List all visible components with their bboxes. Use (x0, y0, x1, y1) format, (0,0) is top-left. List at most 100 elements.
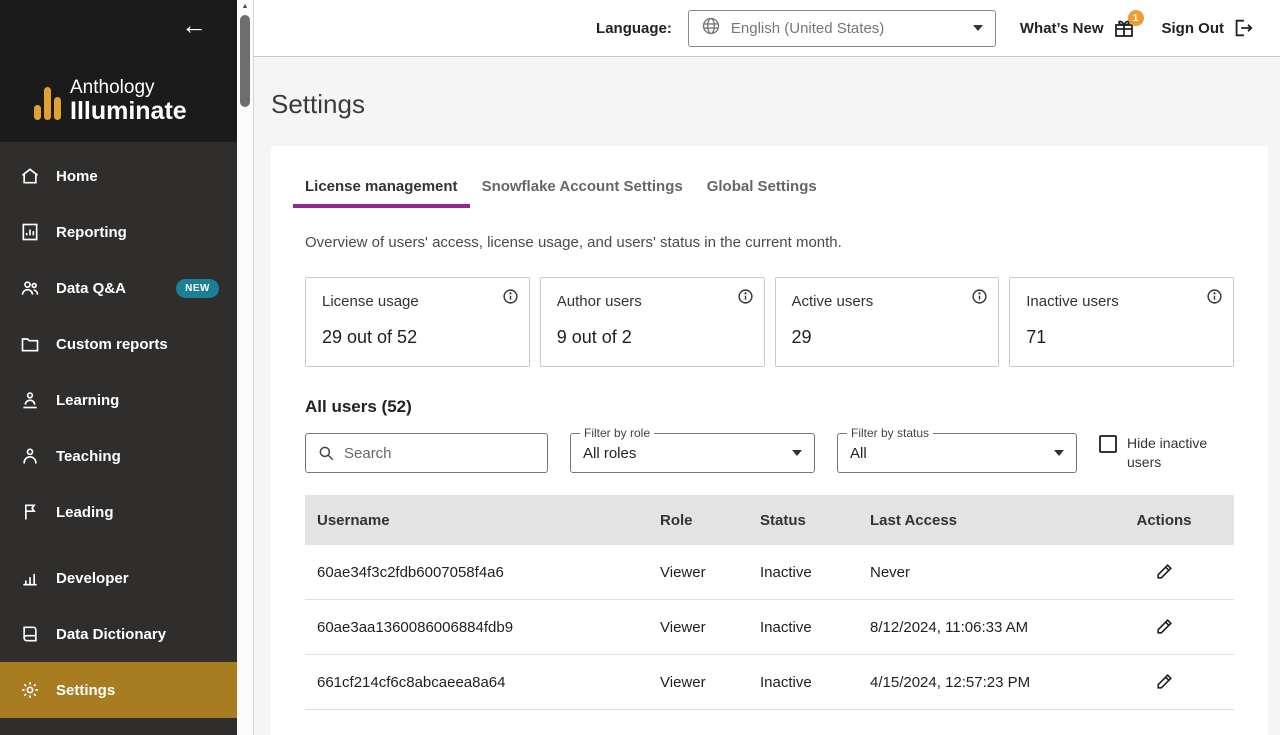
stat-label: Active users (791, 293, 874, 310)
stat-label: Author users (556, 293, 642, 310)
new-badge: NEW (176, 278, 219, 298)
info-icon[interactable] (502, 288, 519, 305)
pencil-icon (1156, 563, 1172, 579)
stat-label: Inactive users (1026, 293, 1119, 310)
info-icon[interactable] (1206, 288, 1223, 305)
hide-inactive-checkbox[interactable] (1099, 435, 1117, 454)
sidebar-item-data-dictionary[interactable]: Data Dictionary (0, 606, 237, 662)
col-header-username: Username (317, 511, 390, 529)
table-row: 60ae3aa1360086006884fdb9 Viewer Inactive… (305, 600, 1234, 655)
filter-by-role-dropdown[interactable]: Filter by role All roles (570, 426, 815, 473)
edit-user-button[interactable] (1153, 670, 1176, 693)
all-users-heading: All users (52) (305, 397, 412, 416)
stat-label: License usage (322, 293, 419, 310)
filter-by-status-dropdown[interactable]: Filter by status All (837, 426, 1077, 473)
filters-row: Filter by role All roles Filter by statu… (305, 426, 1234, 473)
sidebar-item-label: Learning (56, 391, 120, 409)
sidebar-item-label: Developer (56, 569, 129, 587)
sidebar-item-leading[interactable]: Leading (0, 484, 237, 540)
stat-value: 9 out of 2 (556, 327, 632, 347)
app-window: ← Anthology Illuminate Home Reporting Da… (0, 0, 1280, 735)
col-header-status: Status (760, 511, 806, 529)
scrollbar-up-arrow-icon[interactable]: ▲ (237, 3, 253, 10)
settings-gear-icon (20, 680, 40, 700)
sidebar-item-custom-reports[interactable]: Custom reports (0, 316, 237, 372)
cell-last-access: 8/12/2024, 11:06:33 AM (870, 618, 1029, 636)
users-table: Username Role Status Last Access Actions… (305, 495, 1234, 710)
cell-status: Inactive (760, 618, 812, 636)
chevron-down-icon (972, 25, 983, 31)
sidebar-item-learning[interactable]: Learning (0, 372, 237, 428)
collapse-sidebar-arrow-icon[interactable]: ← (181, 12, 207, 38)
sidebar-item-developer[interactable]: Developer (0, 550, 237, 606)
sidebar-item-label: Data Q&A (56, 279, 127, 297)
sidebar-item-reporting[interactable]: Reporting (0, 204, 237, 260)
learning-icon (20, 390, 40, 410)
sidebar-item-home[interactable]: Home (0, 148, 237, 204)
stat-card-active-users: Active users 29 (774, 277, 1000, 367)
cell-status: Inactive (760, 673, 812, 691)
settings-card: License management Snowflake Account Set… (271, 146, 1268, 735)
sidebar-item-settings[interactable]: Settings (0, 662, 237, 718)
table-header-row: Username Role Status Last Access Actions (305, 495, 1234, 545)
hide-inactive-users-control: Hide inactive users (1099, 434, 1231, 472)
col-header-actions: Actions (1136, 511, 1192, 529)
cell-role: Viewer (660, 618, 706, 636)
stat-cards: License usage 29 out of 52 Author users … (305, 277, 1234, 367)
content-area: Language: English (United States) What’s… (254, 0, 1280, 735)
whats-new-button[interactable]: What’s New 1 (1019, 10, 1144, 40)
leading-icon (20, 502, 40, 522)
chevron-down-icon (1054, 450, 1064, 456)
sidebar-item-teaching[interactable]: Teaching (0, 428, 237, 484)
search-box (305, 433, 548, 473)
col-header-role: Role (660, 511, 693, 529)
sidebar-item-label: Reporting (56, 223, 127, 241)
sidebar-nav: Home Reporting Data Q&A NEW Custom repor… (0, 142, 237, 735)
filter-by-status-label: Filter by status (847, 426, 934, 440)
col-header-last-access: Last Access (870, 511, 957, 529)
vertical-scrollbar[interactable]: ▲ (237, 0, 254, 735)
topbar: Language: English (United States) What’s… (254, 0, 1280, 57)
sidebar-item-label: Home (56, 167, 98, 185)
search-input[interactable] (344, 444, 536, 462)
sidebar-item-label: Custom reports (56, 335, 168, 353)
cell-role: Viewer (660, 673, 706, 691)
scrollbar-thumb[interactable] (240, 15, 250, 107)
tab-snowflake-account-settings[interactable]: Snowflake Account Settings (482, 178, 683, 208)
sidebar: ← Anthology Illuminate Home Reporting Da… (0, 0, 237, 735)
stat-card-inactive-users: Inactive users 71 (1009, 277, 1234, 367)
stat-card-license-usage: License usage 29 out of 52 (305, 277, 530, 367)
data-qa-icon (20, 278, 40, 298)
language-label: Language: (596, 19, 672, 37)
cell-last-access: 4/15/2024, 12:57:23 PM (870, 673, 1031, 691)
cell-username: 60ae34f3c2fdb6007058f4a6 (317, 563, 504, 581)
sidebar-item-data-qa[interactable]: Data Q&A NEW (0, 260, 237, 316)
tab-description: Overview of users' access, license usage… (305, 234, 842, 251)
home-icon (20, 166, 40, 186)
language-dropdown[interactable]: English (United States) (687, 9, 996, 47)
filter-by-role-value: All roles (583, 444, 637, 462)
tab-license-management[interactable]: License management (293, 178, 470, 208)
developer-icon (20, 568, 40, 588)
edit-user-button[interactable] (1153, 560, 1176, 583)
info-icon[interactable] (971, 288, 988, 305)
data-dictionary-icon (20, 624, 40, 644)
logo-bars-icon (34, 87, 61, 124)
sign-out-label: Sign Out (1161, 19, 1225, 37)
logo-line1: Anthology (70, 76, 155, 98)
table-row: 60ae34f3c2fdb6007058f4a6 Viewer Inactive… (305, 545, 1234, 600)
hide-inactive-label: Hide inactive users (1127, 435, 1208, 470)
tab-global-settings[interactable]: Global Settings (707, 178, 817, 208)
filter-by-status-value: All (850, 444, 867, 462)
whats-new-label: What’s New (1019, 19, 1104, 37)
stat-value: 71 (1026, 327, 1047, 347)
stat-value: 29 (791, 327, 812, 347)
sidebar-item-label: Leading (56, 503, 114, 521)
globe-icon (701, 16, 721, 40)
info-icon[interactable] (737, 288, 754, 305)
pencil-icon (1156, 673, 1172, 689)
sidebar-item-label: Settings (56, 681, 116, 699)
sign-out-button[interactable]: Sign Out (1162, 17, 1255, 39)
edit-user-button[interactable] (1153, 615, 1176, 638)
sidebar-item-label: Teaching (56, 447, 121, 465)
